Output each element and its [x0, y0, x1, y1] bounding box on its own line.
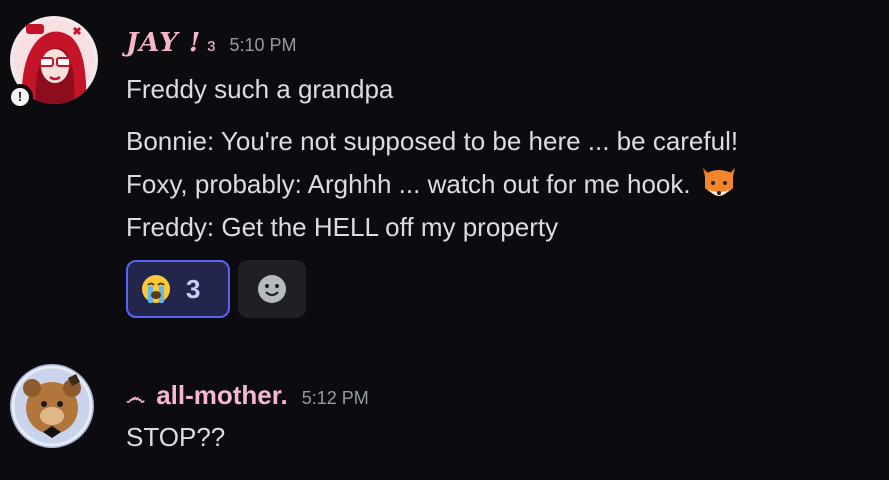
add-reaction-button[interactable] — [238, 260, 306, 318]
message-text-with-emoji: Foxy, probably: Arghhh ... watch out for… — [126, 164, 739, 204]
message-text: STOP?? — [126, 422, 226, 452]
message-text: Freddy: Get the HELL off my property — [126, 212, 559, 242]
username[interactable]: ෴ all-mother. — [126, 380, 288, 411]
reaction-bar: 3 — [126, 260, 306, 318]
reaction-count: 3 — [186, 273, 201, 304]
username-decoration: ɜ — [207, 35, 216, 55]
message-header: JAY ! ɜ 5:10 PM — [126, 28, 297, 58]
message-text: Freddy such a grandpa — [126, 74, 394, 104]
message-text: Bonnie: You're not supposed to be here .… — [126, 126, 739, 156]
user-avatar-all-mother[interactable] — [10, 364, 94, 448]
status-badge: ! — [7, 84, 33, 110]
message-header: ෴ all-mother. 5:12 PM — [126, 380, 369, 411]
timestamp[interactable]: 5:12 PM — [302, 388, 369, 409]
loudly-crying-face-icon — [140, 273, 172, 305]
avatar-image — [10, 364, 94, 448]
fox-emoji[interactable] — [699, 164, 739, 204]
username[interactable]: JAY ! — [126, 28, 201, 58]
timestamp[interactable]: 5:10 PM — [230, 35, 297, 56]
add-reaction-smiley-icon — [256, 273, 288, 305]
reaction-crying[interactable]: 3 — [126, 260, 230, 318]
